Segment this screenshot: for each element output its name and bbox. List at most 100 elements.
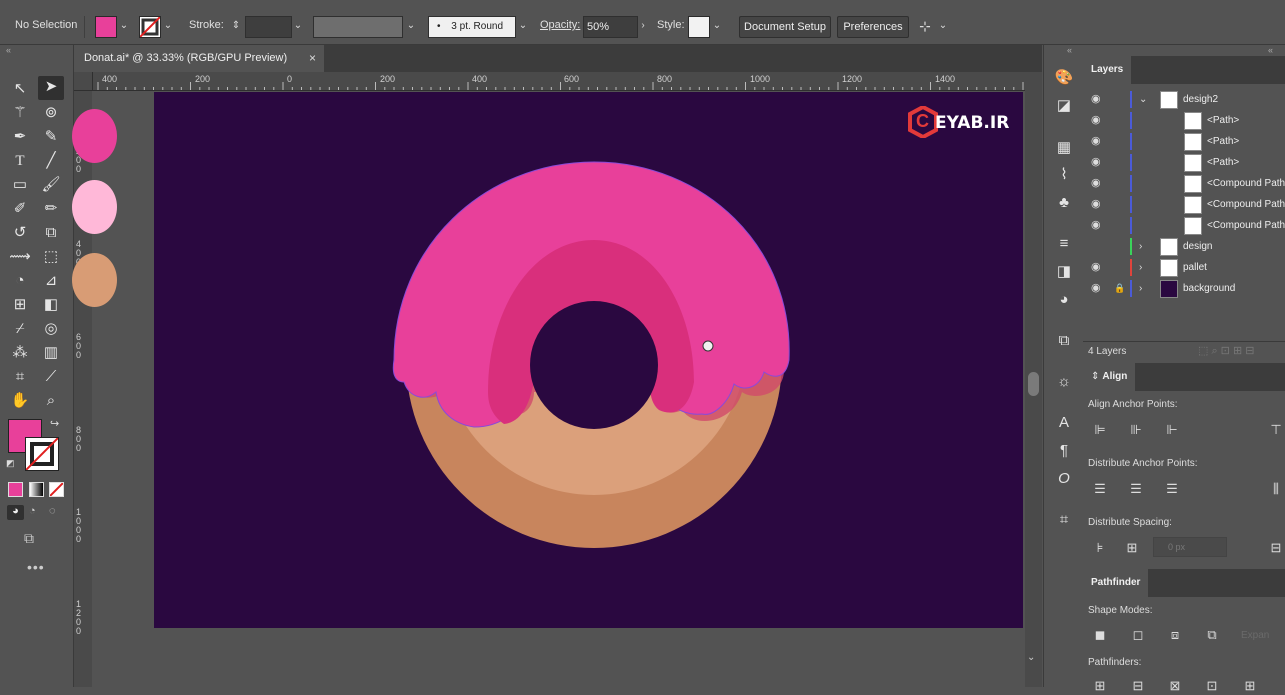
expand-button[interactable]: Expan bbox=[1241, 630, 1269, 641]
stroke-panel-icon[interactable]: ≡ bbox=[1053, 233, 1075, 255]
collapse-tools-icon[interactable]: « bbox=[6, 45, 11, 55]
scale-tool-icon[interactable]: ⧉ bbox=[40, 222, 62, 244]
paintbrush-tool-icon[interactable]: 🖌 bbox=[40, 174, 62, 196]
column-graph-tool-icon[interactable]: ▥ bbox=[40, 342, 62, 364]
stroke-swatch[interactable] bbox=[139, 16, 161, 38]
opacity-arrow-icon[interactable]: › bbox=[636, 16, 650, 36]
opentype-icon[interactable]: O bbox=[1053, 468, 1075, 490]
draw-inside-icon[interactable]: ◌ bbox=[49, 505, 56, 517]
intersect-icon[interactable]: ⧈ bbox=[1166, 626, 1184, 644]
symbol-sprayer-tool-icon[interactable]: ⁂ bbox=[9, 342, 31, 364]
visibility-eye-icon[interactable]: ◉ bbox=[1091, 152, 1101, 173]
layers-tab[interactable]: Layers bbox=[1083, 56, 1132, 84]
align-center-icon[interactable]: ⊪ bbox=[1127, 421, 1145, 439]
mesh-tool-icon[interactable]: ⊞ bbox=[9, 294, 31, 316]
layer-row[interactable]: ◉ <Path> bbox=[1083, 152, 1285, 173]
paragraph-icon[interactable]: ¶ bbox=[1053, 440, 1075, 462]
ruler-origin[interactable] bbox=[74, 72, 93, 91]
trim-icon[interactable]: ⊟ bbox=[1129, 677, 1147, 695]
layer-row[interactable]: › design bbox=[1083, 236, 1285, 257]
stroke-weight-field[interactable] bbox=[245, 16, 292, 38]
visibility-eye-icon[interactable]: ◉ bbox=[1091, 173, 1101, 194]
outline-icon[interactable]: ⊞ bbox=[1241, 677, 1259, 695]
pathfinder-tab[interactable]: Pathfinder bbox=[1083, 569, 1149, 597]
minus-front-icon[interactable]: ◻ bbox=[1129, 626, 1147, 644]
variable-width-profile[interactable] bbox=[313, 16, 403, 38]
visibility-eye-icon[interactable]: ◉ bbox=[1091, 131, 1101, 152]
style-dropdown-icon[interactable]: ⌄ bbox=[710, 16, 724, 36]
visibility-eye-icon[interactable]: ◉ bbox=[1091, 215, 1101, 236]
align-right-icon[interactable]: ⊩ bbox=[1163, 421, 1181, 439]
color-mode-icon[interactable] bbox=[8, 482, 23, 497]
artboard-tool-icon[interactable]: ⌗ bbox=[9, 366, 31, 388]
layer-row[interactable]: ◉ <Path> bbox=[1083, 110, 1285, 131]
scrollbar-thumb[interactable] bbox=[1028, 372, 1039, 396]
transparency-icon[interactable]: ◕ bbox=[1053, 289, 1075, 311]
scroll-down-icon[interactable]: ⌄ bbox=[1027, 652, 1035, 663]
align-top-icon[interactable]: ⊤ bbox=[1267, 421, 1285, 439]
layer-row[interactable]: ◉ <Compound Path> bbox=[1083, 173, 1285, 194]
distribute-left-icon[interactable]: ⫼ bbox=[1267, 480, 1285, 498]
slice-tool-icon[interactable]: ⟋ bbox=[40, 366, 62, 388]
unite-icon[interactable]: ◼ bbox=[1091, 626, 1109, 644]
chevron-right-icon[interactable]: › bbox=[1139, 257, 1142, 278]
screen-mode-icon[interactable]: ⧉ bbox=[24, 530, 34, 547]
layer-row[interactable]: ◉ 🔒 › background bbox=[1083, 278, 1285, 299]
gradient-panel-icon[interactable]: ◨ bbox=[1053, 261, 1075, 283]
zoom-tool-icon[interactable]: ⌕ bbox=[40, 390, 62, 412]
align-tab[interactable]: ⇕ Align bbox=[1083, 363, 1136, 391]
chevron-right-icon[interactable]: › bbox=[1139, 236, 1142, 257]
pallet-swatch-light-pink[interactable] bbox=[72, 180, 117, 234]
character-icon[interactable]: A bbox=[1053, 412, 1075, 434]
gradient-tool-icon[interactable]: ◧ bbox=[40, 294, 62, 316]
layers-footer-buttons-icon[interactable]: ⬚ ⌕ ⊡ ⊞ ⊟ bbox=[1198, 344, 1254, 358]
hand-tool-icon[interactable]: ✋ bbox=[9, 390, 31, 412]
visibility-eye-icon[interactable]: ◉ bbox=[1091, 89, 1101, 110]
default-colors-icon[interactable]: ◩ bbox=[6, 458, 16, 468]
edit-toolbar-icon[interactable]: ••• bbox=[27, 559, 45, 575]
arrange-documents-icon[interactable]: ⊹ bbox=[918, 16, 932, 36]
color-guide-icon[interactable]: ◪ bbox=[1053, 95, 1075, 117]
swatches-icon[interactable]: ▦ bbox=[1053, 137, 1075, 159]
selection-tool-icon[interactable]: ↖ bbox=[9, 78, 31, 100]
distribute-vertical-space-icon[interactable]: ⊧ bbox=[1091, 539, 1109, 557]
distribute-top-icon[interactable]: ☰ bbox=[1091, 480, 1109, 498]
exclude-icon[interactable]: ⧉ bbox=[1203, 626, 1221, 644]
spacing-field[interactable]: 0 px bbox=[1153, 537, 1227, 557]
merge-icon[interactable]: ⊠ bbox=[1166, 677, 1184, 695]
distribute-horizontal-space-icon[interactable]: ⊞ bbox=[1123, 539, 1141, 557]
blend-tool-icon[interactable]: ◎ bbox=[40, 318, 62, 340]
pallet-swatch-tan[interactable] bbox=[72, 253, 117, 307]
visibility-eye-icon[interactable]: ◉ bbox=[1091, 257, 1101, 278]
brushes-icon[interactable]: ⌇ bbox=[1053, 164, 1075, 186]
vertical-ruler[interactable]: 2 0 0 4 0 0 6 0 0 8 0 0 1 0 0 0 1 2 0 0 bbox=[74, 72, 93, 687]
direct-selection-tool-icon[interactable]: ➤ bbox=[38, 76, 64, 100]
stroke-weight-dropdown-icon[interactable]: ⌄ bbox=[291, 16, 305, 36]
stroke-dropdown-icon[interactable]: ⌄ bbox=[161, 16, 175, 36]
shape-builder-tool-icon[interactable]: ◔ bbox=[9, 270, 31, 292]
horizontal-ruler[interactable]: 400 200 0 200 400 600 800 1000 1200 1400 bbox=[92, 72, 1025, 91]
width-tool-icon[interactable]: ⟿ bbox=[9, 246, 31, 268]
transform-panel-icon[interactable]: ⌗ bbox=[1053, 509, 1075, 531]
distribute-bottom-icon[interactable]: ☰ bbox=[1163, 480, 1181, 498]
color-panel-icon[interactable]: 🎨 bbox=[1053, 67, 1075, 89]
none-mode-icon[interactable] bbox=[49, 482, 64, 497]
layer-row[interactable]: ◉ ⌄ desigh2 bbox=[1083, 89, 1285, 110]
expand-panels-icon[interactable]: « bbox=[1067, 45, 1072, 55]
asset-export-icon[interactable]: ⧉ bbox=[1053, 330, 1075, 352]
gradient-mode-icon[interactable] bbox=[29, 482, 44, 497]
preferences-button[interactable]: Preferences bbox=[837, 16, 909, 38]
close-tab-icon[interactable]: × bbox=[309, 45, 316, 72]
draw-behind-icon[interactable]: ◔ bbox=[29, 505, 36, 517]
collapse-panels-icon[interactable]: « bbox=[1268, 45, 1273, 55]
opacity-label[interactable]: Opacity: bbox=[540, 14, 580, 36]
graphic-style-swatch[interactable] bbox=[688, 16, 710, 38]
lasso-tool-icon[interactable]: ⊚ bbox=[40, 102, 62, 124]
symbols-icon[interactable]: ♣ bbox=[1053, 192, 1075, 214]
perspective-grid-tool-icon[interactable]: ⊿ bbox=[40, 270, 62, 292]
type-tool-icon[interactable]: T bbox=[9, 150, 31, 172]
distribute-center-icon[interactable]: ☰ bbox=[1127, 480, 1145, 498]
visibility-eye-icon[interactable]: ◉ bbox=[1091, 278, 1101, 299]
stroke-stepper-icon[interactable]: ⇕ bbox=[229, 16, 243, 36]
profile-dropdown-icon[interactable]: ⌄ bbox=[404, 16, 418, 36]
